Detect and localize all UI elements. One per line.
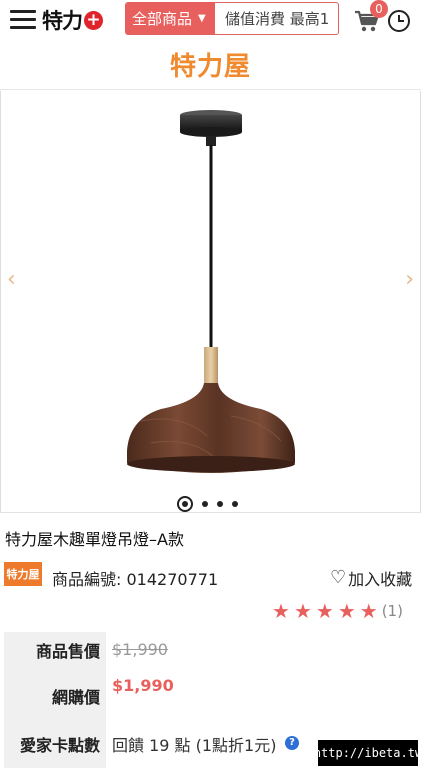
caret-down-icon: ▼: [198, 13, 206, 24]
net-price-row: 網購價 $1,990: [0, 672, 421, 720]
search-category-label: 全部商品: [132, 10, 193, 28]
search-bar: 全部商品 ▼: [125, 2, 339, 35]
logo-text: 特力: [42, 9, 83, 33]
list-price-label: 商品售價: [4, 632, 106, 672]
top-header: 特力 + 全部商品 ▼ 0: [0, 0, 421, 40]
points-label: 愛家卡點數: [4, 720, 106, 768]
plus-icon: +: [84, 10, 103, 30]
carousel-dot[interactable]: [177, 496, 193, 512]
carousel-dot[interactable]: [217, 501, 223, 507]
brand-bar: 特力屋: [0, 40, 421, 90]
site-logo[interactable]: 特力 +: [42, 7, 103, 33]
add-to-favorites-button[interactable]: ♡ 加入收藏: [330, 566, 412, 590]
star-icon: ★: [315, 599, 334, 623]
product-image: [127, 110, 295, 473]
star-icon: ★: [337, 599, 356, 623]
watermark: http://ibeta.tw: [314, 740, 421, 766]
rating[interactable]: ★ ★ ★ ★ ★ (1): [272, 601, 403, 621]
search-category-select[interactable]: 全部商品 ▼: [126, 3, 215, 34]
star-icon: ★: [359, 599, 378, 623]
sku-label: 商品編號:: [52, 570, 122, 589]
cart-count-badge: 0: [370, 0, 388, 18]
list-price-value: $1,990: [112, 640, 168, 659]
seller-badge: 特力屋: [4, 562, 42, 586]
points-value: 回饋 19 點 (1點折1元): [112, 736, 277, 755]
star-icon: ★: [293, 599, 312, 623]
product-title: 特力屋木趣單燈吊燈–A款: [5, 530, 184, 549]
clock-icon[interactable]: [387, 9, 411, 33]
heart-icon: ♡: [330, 567, 347, 588]
net-price-label: 網購價: [4, 672, 106, 720]
help-icon[interactable]: ?: [285, 736, 299, 750]
carousel-dot[interactable]: [202, 501, 208, 507]
product-image-carousel[interactable]: ‹ ›: [0, 91, 421, 513]
carousel-dot[interactable]: [232, 501, 238, 507]
carousel-pagination: [177, 496, 238, 512]
favorites-label: 加入收藏: [348, 570, 413, 589]
brand-logo[interactable]: 特力屋: [170, 46, 251, 83]
star-icon: ★: [272, 599, 290, 623]
rating-count: (1): [381, 602, 403, 620]
sku-text: 商品編號: 014270771: [52, 566, 218, 590]
net-price-value: $1,990: [112, 676, 174, 695]
sku-value: 014270771: [126, 570, 219, 589]
hamburger-menu-icon[interactable]: [10, 8, 36, 32]
list-price-row: 商品售價 $1,990: [0, 632, 421, 672]
search-input[interactable]: [215, 3, 338, 34]
